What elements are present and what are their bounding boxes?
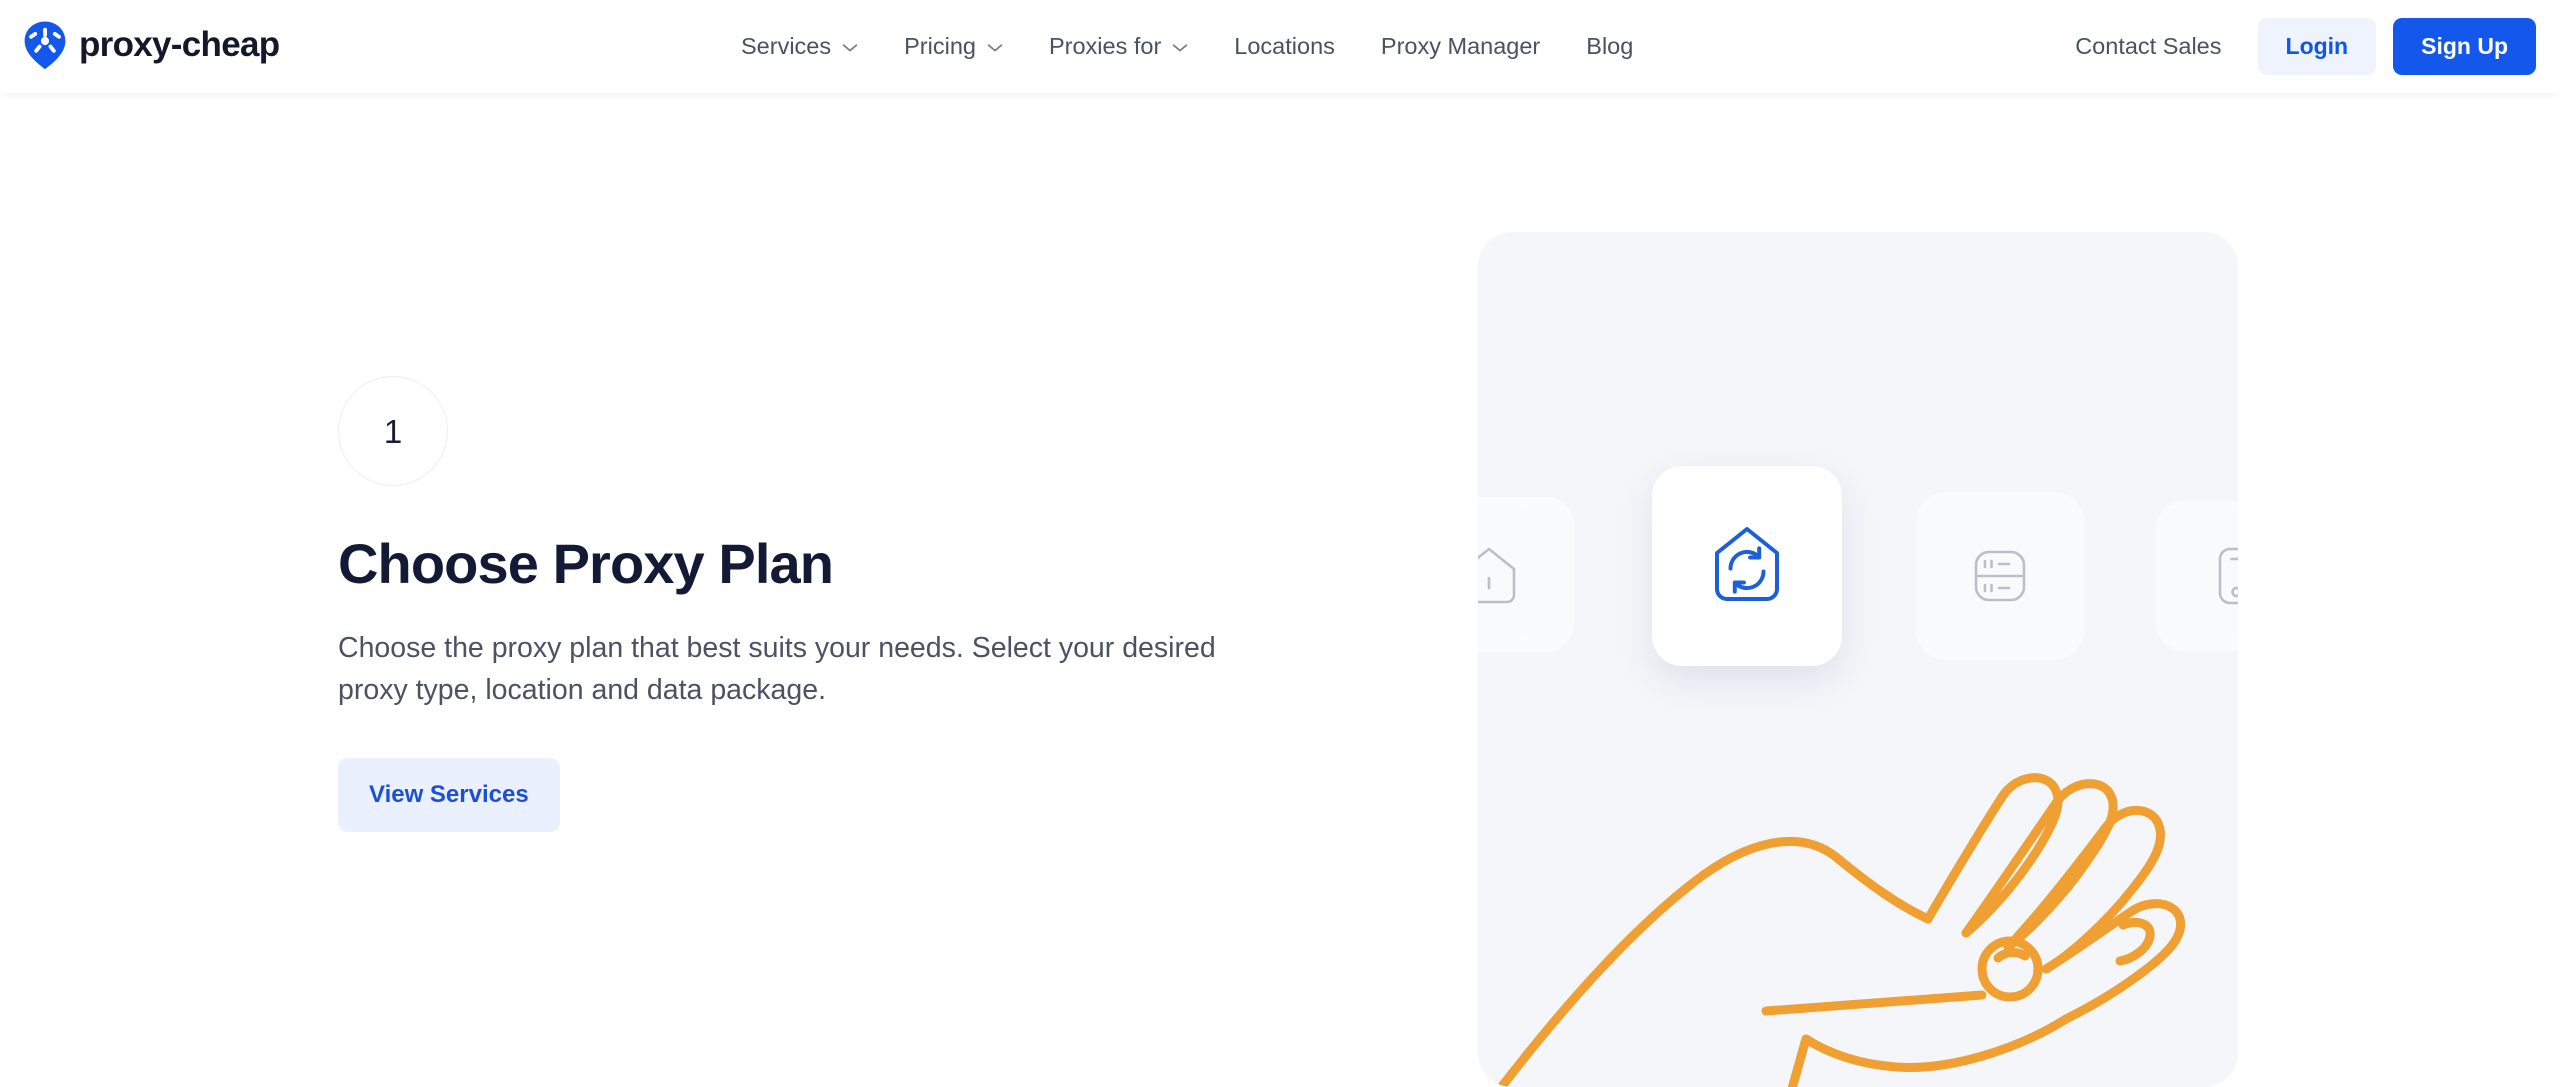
step-number: 1 bbox=[383, 412, 403, 450]
residential-proxy-house-icon bbox=[1478, 538, 1526, 612]
nav-item-locations[interactable]: Locations bbox=[1211, 0, 1358, 93]
step-section: 1 Choose Proxy Plan Choose the proxy pla… bbox=[338, 376, 1238, 832]
illustration-card bbox=[1478, 232, 2238, 1087]
pin-asterisk-logo-icon bbox=[22, 20, 68, 70]
proxy-tile-residential[interactable] bbox=[1478, 497, 1574, 652]
site-header: proxy-cheap Services Pricing Proxies for… bbox=[0, 0, 2560, 93]
nav-item-proxy-manager[interactable]: Proxy Manager bbox=[1358, 0, 1563, 93]
page-title: Choose Proxy Plan bbox=[338, 532, 834, 595]
mobile-proxy-phone-icon bbox=[2199, 539, 2238, 613]
proxy-tile-mobile[interactable] bbox=[2156, 501, 2238, 651]
nav-label: Services bbox=[741, 33, 832, 59]
contact-sales-link[interactable]: Contact Sales bbox=[2051, 33, 2245, 60]
brand-name: proxy-cheap bbox=[79, 25, 280, 64]
step-description: Choose the proxy plan that best suits yo… bbox=[338, 632, 1216, 706]
nav-item-proxies-for[interactable]: Proxies for bbox=[1026, 0, 1211, 93]
header-actions: Contact Sales Login Sign Up bbox=[2051, 0, 2536, 93]
open-hand-illustration bbox=[1498, 705, 2238, 1087]
chevron-down-icon bbox=[842, 43, 858, 53]
brand-logo-link[interactable]: proxy-cheap bbox=[22, 14, 280, 76]
datacenter-proxy-server-icon bbox=[1963, 539, 2037, 613]
step-number-badge: 1 bbox=[338, 376, 448, 486]
proxy-tile-datacenter[interactable] bbox=[1916, 492, 2084, 660]
nav-label: Proxies for bbox=[1048, 33, 1162, 59]
signup-button[interactable]: Sign Up bbox=[2393, 18, 2536, 75]
nav-label: Blog bbox=[1586, 33, 1634, 59]
nav-label: Pricing bbox=[904, 33, 976, 59]
main-content: 1 Choose Proxy Plan Choose the proxy pla… bbox=[0, 93, 2560, 1087]
nav-item-pricing[interactable]: Pricing bbox=[881, 0, 1026, 93]
chevron-down-icon bbox=[1172, 43, 1188, 53]
proxy-tile-rotating-residential[interactable] bbox=[1652, 466, 1842, 666]
primary-navigation: Services Pricing Proxies for Locations P… bbox=[718, 0, 1656, 93]
proxy-type-icon-rail bbox=[1478, 466, 2238, 666]
nav-label: Locations bbox=[1234, 33, 1335, 59]
nav-label: Proxy Manager bbox=[1380, 33, 1541, 59]
login-button[interactable]: Login bbox=[2257, 18, 2377, 75]
chevron-down-icon bbox=[987, 43, 1003, 53]
nav-item-blog[interactable]: Blog bbox=[1563, 0, 1656, 93]
rotating-residential-proxy-icon bbox=[1701, 520, 1793, 612]
nav-item-services[interactable]: Services bbox=[718, 0, 881, 93]
view-services-button[interactable]: View Services bbox=[338, 757, 560, 832]
